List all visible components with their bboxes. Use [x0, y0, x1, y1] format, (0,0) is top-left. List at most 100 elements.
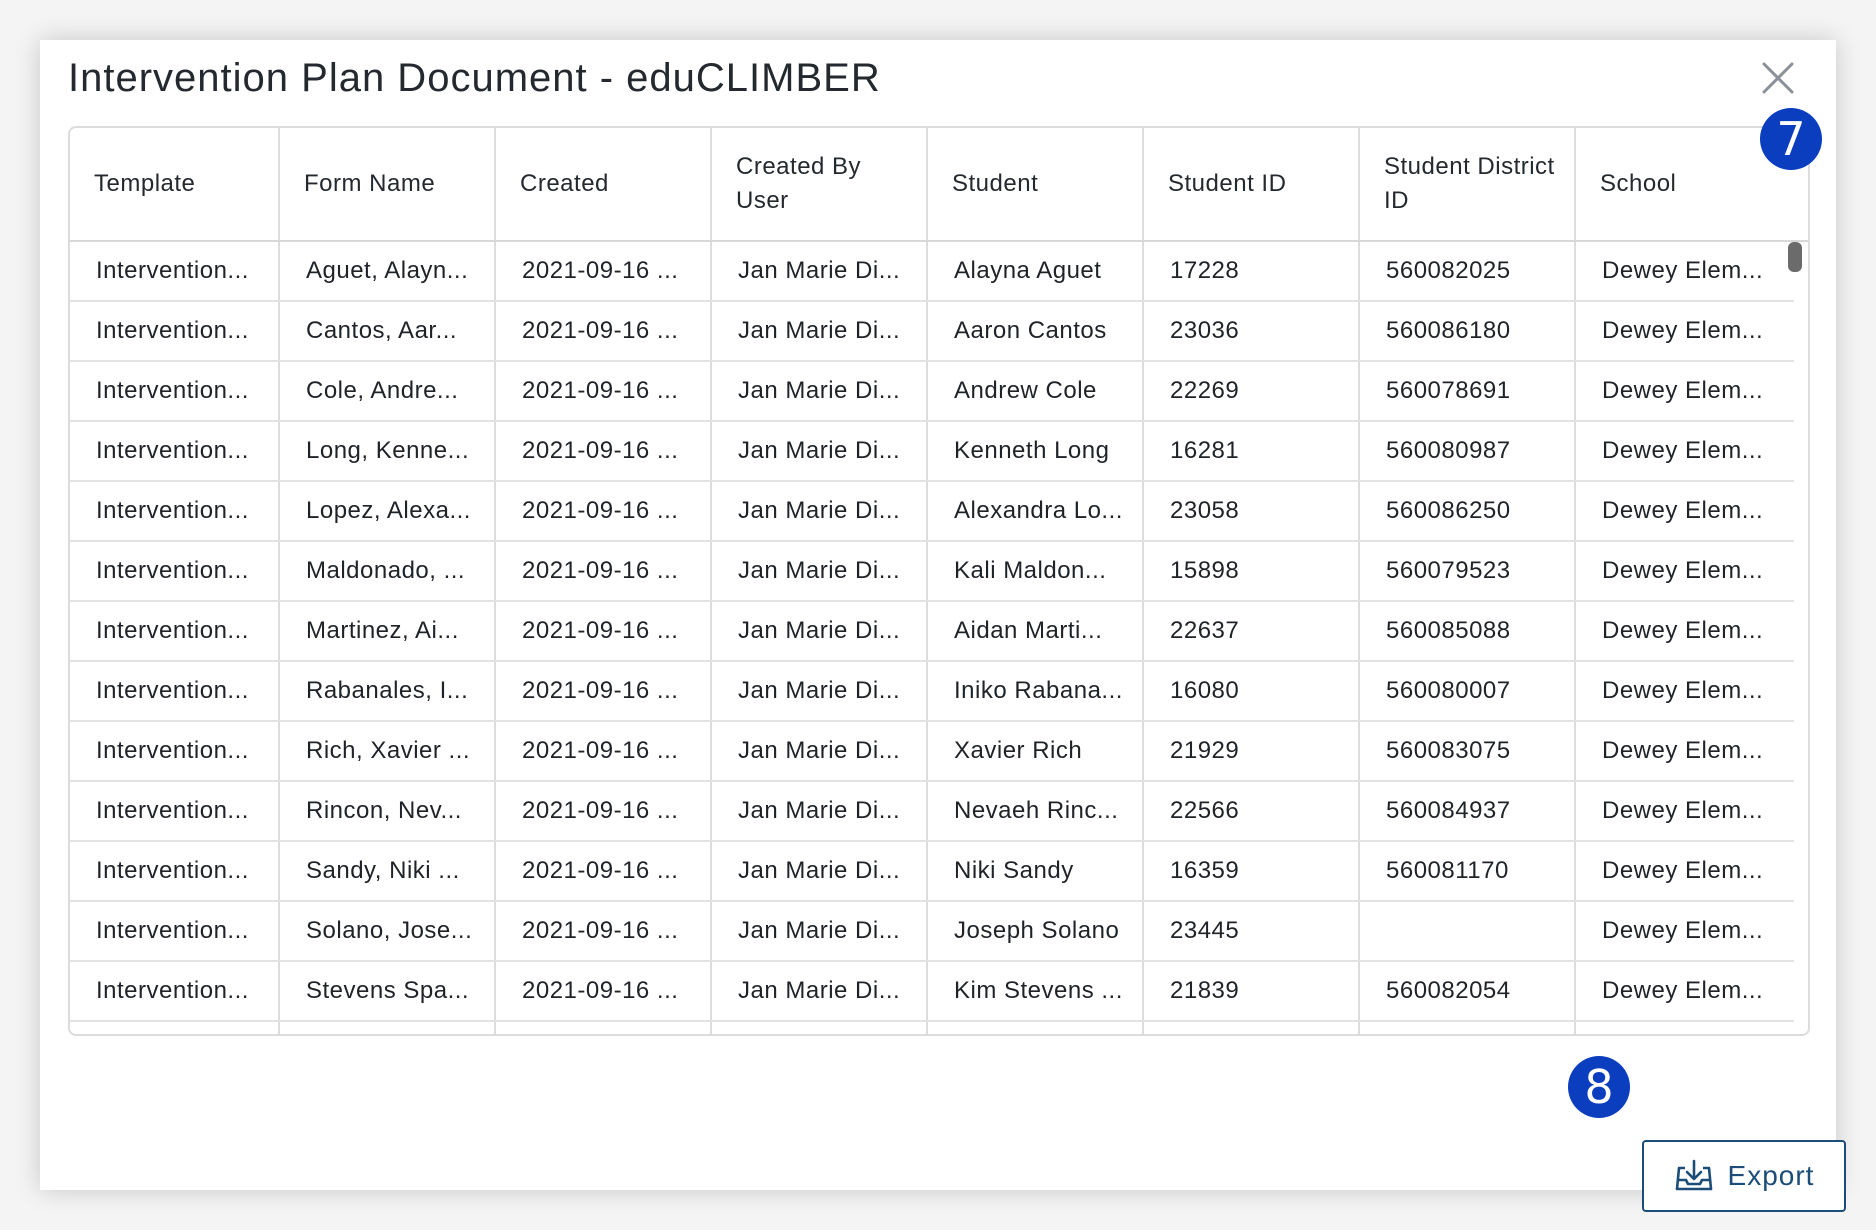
table-row[interactable]: Intervention... Cantos, Aar... 2021-09-16 … [70, 302, 1794, 362]
table-cell: Jan Marie Di... [712, 242, 928, 300]
table-cell: Intervention... [70, 362, 280, 420]
table-cell: Intervention... [70, 902, 280, 960]
table-cell [712, 1022, 928, 1034]
table-cell: 2021-09-16 ... [496, 782, 712, 840]
table-cell: 560084937 [1360, 782, 1576, 840]
table-cell: 21929 [1144, 722, 1360, 780]
column-header-form-name[interactable]: Form Name [280, 128, 496, 240]
table-cell: 22269 [1144, 362, 1360, 420]
table-cell: Jan Marie Di... [712, 302, 928, 360]
table-cell: Kim Stevens ... [928, 962, 1144, 1020]
table-row[interactable]: Intervention... Rich, Xavier ... 2021-09-1… [70, 722, 1794, 782]
export-button[interactable]: Export [1642, 1140, 1846, 1212]
table-cell: 2021-09-16 ... [496, 482, 712, 540]
table-cell: Dewey Elem... [1602, 317, 1764, 344]
table-cell: Jan Marie Di... [712, 722, 928, 780]
callout-badge-7: 7 [1760, 108, 1822, 170]
column-header-created[interactable]: Created [496, 128, 712, 240]
table-cell: 560082054 [1360, 962, 1576, 1020]
table-cell: Andrew Cole [928, 362, 1144, 420]
column-header-student-id[interactable]: Student ID [1144, 128, 1360, 240]
table-cell: Dewey Elem... [1602, 797, 1764, 824]
table-cell: Jan Marie Di... [712, 602, 928, 660]
table-cell: Nevaeh Rinc... [928, 782, 1144, 840]
table-cell: 560080987 [1360, 422, 1576, 480]
table-cell: 560082025 [1360, 242, 1576, 300]
table-cell: 2021-09-16 ... [496, 902, 712, 960]
table-cell: Intervention... [70, 422, 280, 480]
table-cell: Jan Marie Di... [712, 662, 928, 720]
table-row[interactable]: Intervention... Martinez, Ai... 2021-09-16… [70, 602, 1794, 662]
table-cell: 560081170 [1360, 842, 1576, 900]
table-cell: Intervention... [70, 602, 280, 660]
column-header-student-district-id[interactable]: Student District ID [1360, 128, 1576, 240]
table-cell: 560079523 [1360, 542, 1576, 600]
table-row[interactable]: Intervention... Cole, Andre... 2021-09-16 … [70, 362, 1794, 422]
column-header-template[interactable]: Template [70, 128, 280, 240]
table-cell: Jan Marie Di... [712, 782, 928, 840]
table-cell: 560086250 [1360, 482, 1576, 540]
table-cell: 560080007 [1360, 662, 1576, 720]
table-cell: 16080 [1144, 662, 1360, 720]
table-body: Intervention... Aguet, Alayn... 2021-09-16… [70, 242, 1794, 1034]
table-cell: Dewey Elem... [1602, 617, 1764, 644]
table-row[interactable]: Intervention... Long, Kenne... 2021-09-16 … [70, 422, 1794, 482]
table-cell: Aaron Cantos [928, 302, 1144, 360]
table-row[interactable]: Intervention... Rabanales, I... 2021-09-16… [70, 662, 1794, 722]
table-row[interactable]: Intervention... Stevens Spa... 2021-09-16 … [70, 962, 1794, 1022]
table-cell: Iniko Rabana... [928, 662, 1144, 720]
table-cell: 22637 [1144, 602, 1360, 660]
table-cell: 16281 [1144, 422, 1360, 480]
table-cell: 560083075 [1360, 722, 1576, 780]
table-cell: Lopez, Alexa... [280, 482, 496, 540]
table-cell: 22566 [1144, 782, 1360, 840]
table-cell: 2021-09-16 ... [496, 602, 712, 660]
table-cell: Martinez, Ai... [280, 602, 496, 660]
table-cell: 560078691 [1360, 362, 1576, 420]
table-cell: 2021-09-16 ... [496, 542, 712, 600]
table-cell [280, 1022, 496, 1034]
table-row[interactable]: Intervention... Solano, Jose... 2021-09-16… [70, 902, 1794, 962]
table-row[interactable]: Intervention... Maldonado, ... 2021-09-16 … [70, 542, 1794, 602]
table-cell: Kenneth Long [928, 422, 1144, 480]
table-scrollbar[interactable] [1788, 242, 1802, 1034]
table-cell [70, 1022, 280, 1034]
table-cell: Dewey Elem... [1602, 737, 1764, 764]
table-cell: Aguet, Alayn... [280, 242, 496, 300]
scrollbar-thumb[interactable] [1788, 242, 1802, 272]
table-cell: Intervention... [70, 302, 280, 360]
table-cell: Intervention... [70, 542, 280, 600]
table-cell: 23036 [1144, 302, 1360, 360]
table-row[interactable]: Intervention... Lopez, Alexa... 2021-09-16… [70, 482, 1794, 542]
documents-table: Template Form Name Created Created By Us… [68, 126, 1810, 1036]
table-cell: 23445 [1144, 902, 1360, 960]
table-cell: 2021-09-16 ... [496, 242, 712, 300]
table-cell [1576, 1022, 1794, 1034]
table-cell: 2021-09-16 ... [496, 302, 712, 360]
table-cell: Jan Marie Di... [712, 842, 928, 900]
table-cell: Dewey Elem... [1602, 557, 1764, 584]
column-header-student[interactable]: Student [928, 128, 1144, 240]
table-cell: Intervention... [70, 722, 280, 780]
table-cell: 16359 [1144, 842, 1360, 900]
table-cell: Rincon, Nev... [280, 782, 496, 840]
table-row[interactable]: Intervention... Rincon, Nev... 2021-09-16 … [70, 782, 1794, 842]
table-cell: Maldonado, ... [280, 542, 496, 600]
table-cell: 2021-09-16 ... [496, 722, 712, 780]
table-cell: Stevens Spa... [280, 962, 496, 1020]
column-header-created-by-user[interactable]: Created By User [712, 128, 928, 240]
table-cell: Jan Marie Di... [712, 482, 928, 540]
table-cell: Jan Marie Di... [712, 362, 928, 420]
table-cell: Kali Maldon... [928, 542, 1144, 600]
table-cell: Xavier Rich [928, 722, 1144, 780]
close-button[interactable] [1750, 50, 1806, 106]
table-cell: Rich, Xavier ... [280, 722, 496, 780]
table-cell: 2021-09-16 ... [496, 842, 712, 900]
table-row[interactable]: Intervention... Sandy, Niki ... 2021-09-16… [70, 842, 1794, 902]
table-row[interactable]: Intervention... Aguet, Alayn... 2021-09-16… [70, 242, 1794, 302]
table-header: Template Form Name Created Created By Us… [70, 128, 1808, 242]
table-row[interactable] [70, 1022, 1794, 1034]
table-cell: Niki Sandy [928, 842, 1144, 900]
table-cell: Long, Kenne... [280, 422, 496, 480]
table-cell: Jan Marie Di... [712, 902, 928, 960]
